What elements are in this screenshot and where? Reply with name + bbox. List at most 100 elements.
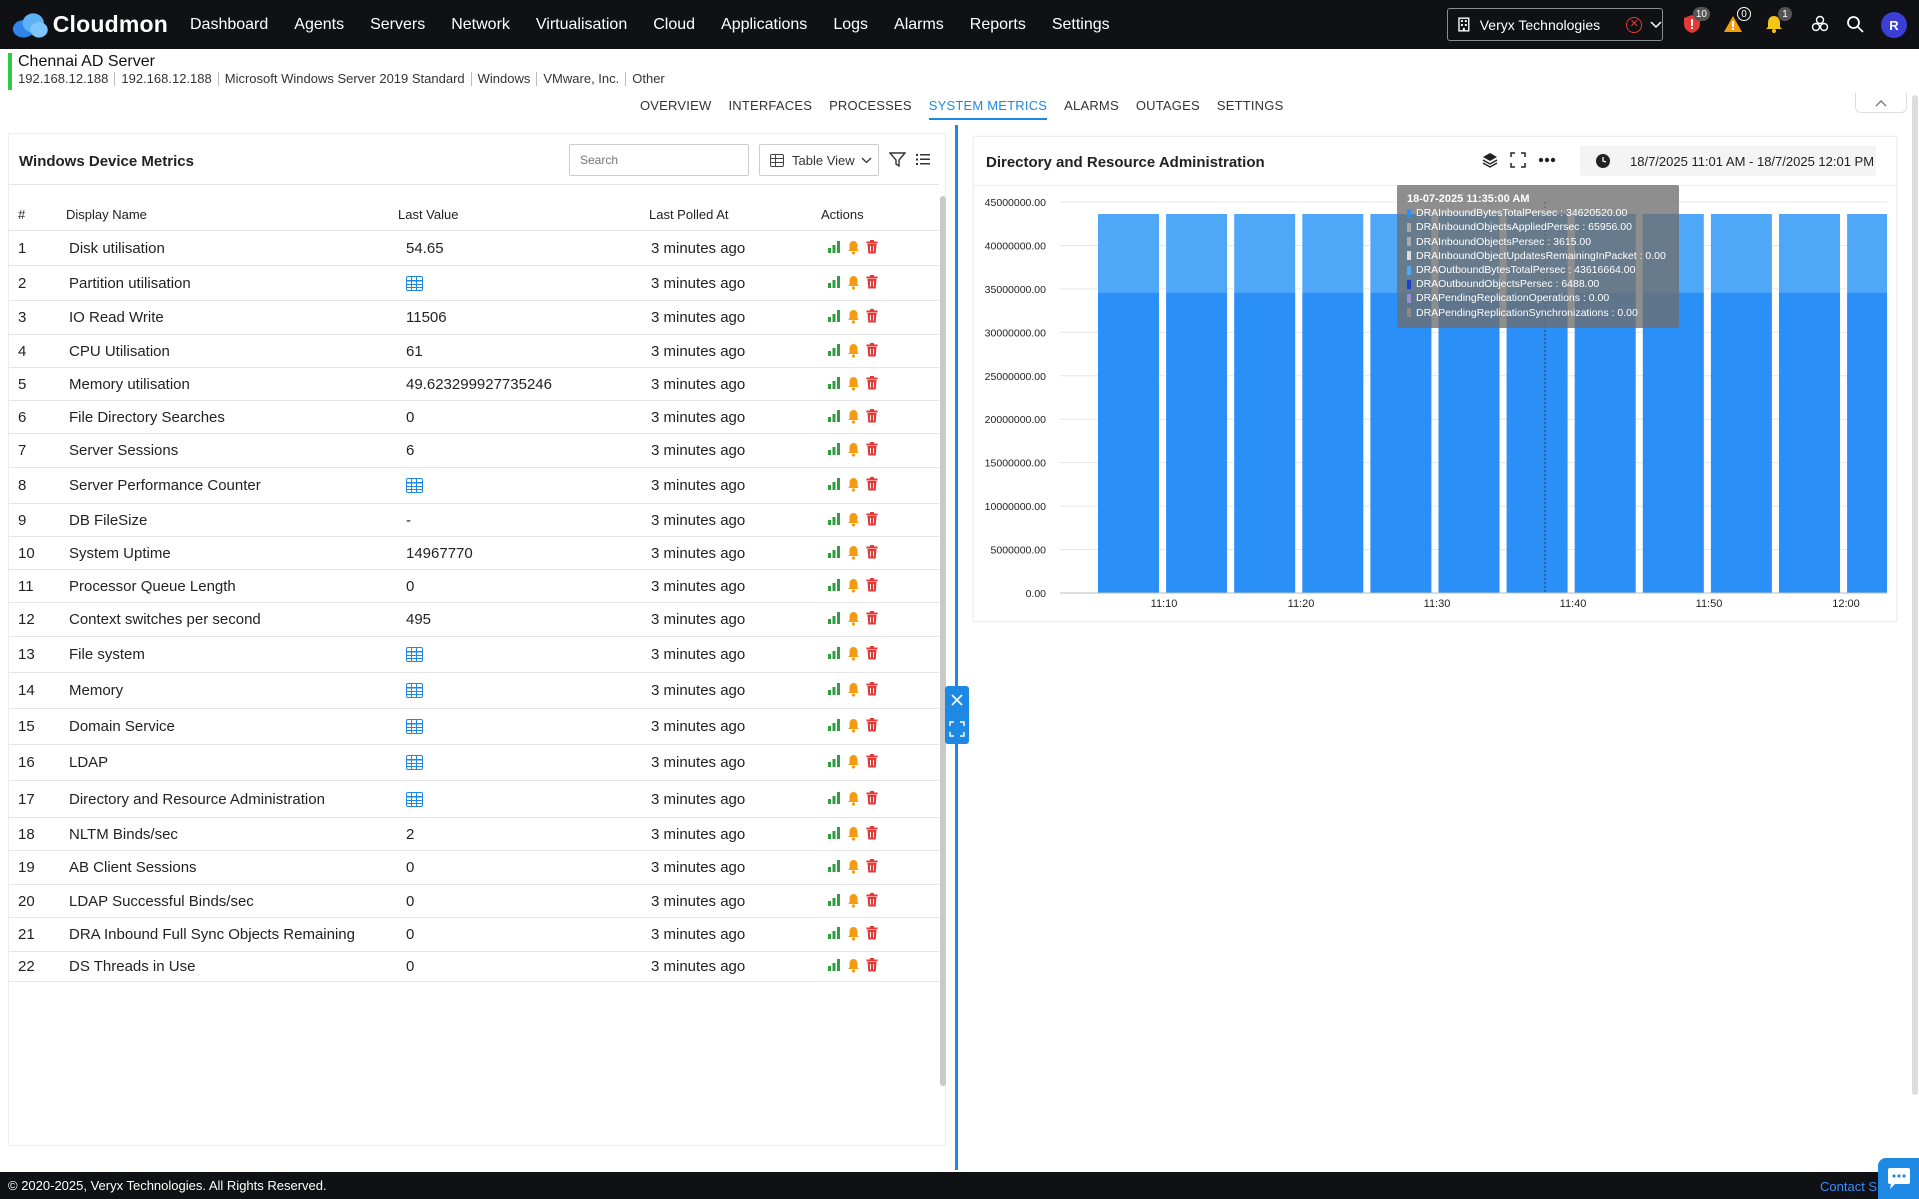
table-row[interactable]: 18 NLTM Binds/sec 2 3 minutes ago: [9, 818, 939, 851]
bar-chart-icon[interactable]: [827, 343, 841, 357]
metric-name[interactable]: DB FileSize: [69, 512, 147, 529]
nav-cloud[interactable]: Cloud: [653, 16, 695, 34]
delete-icon[interactable]: [866, 611, 878, 625]
delete-icon[interactable]: [866, 275, 878, 289]
metric-name[interactable]: IO Read Write: [69, 309, 164, 326]
table-row[interactable]: 6 File Directory Searches 0 3 minutes ag…: [9, 401, 939, 434]
bell-icon[interactable]: 1: [1762, 7, 1792, 36]
bell-icon[interactable]: [847, 646, 860, 661]
table-row[interactable]: 4 CPU Utilisation 61 3 minutes ago: [9, 335, 939, 368]
nav-reports[interactable]: Reports: [970, 16, 1026, 34]
page-scrollbar[interactable]: [1912, 95, 1918, 1095]
bar-chart-icon[interactable]: [827, 442, 841, 456]
table-row[interactable]: 8 Server Performance Counter 3 minutes a…: [9, 468, 939, 504]
bar-chart-icon[interactable]: [827, 754, 841, 768]
metric-name[interactable]: AB Client Sessions: [69, 859, 197, 876]
chevron-down-icon[interactable]: [1650, 18, 1662, 32]
bell-icon[interactable]: [847, 442, 860, 457]
delete-icon[interactable]: [866, 442, 878, 456]
more-options-icon[interactable]: [1538, 157, 1556, 163]
bell-icon[interactable]: [847, 409, 860, 424]
bell-icon[interactable]: [847, 309, 860, 324]
bell-icon[interactable]: [847, 826, 860, 841]
bar-chart-icon[interactable]: [827, 477, 841, 491]
bar-chart-icon[interactable]: [827, 409, 841, 423]
bar-chart-icon[interactable]: [827, 578, 841, 592]
bar-chart-icon[interactable]: [827, 926, 841, 940]
metric-name[interactable]: System Uptime: [69, 545, 171, 562]
metric-name[interactable]: DRA Inbound Full Sync Objects Remaining: [69, 926, 355, 943]
delete-icon[interactable]: [866, 718, 878, 732]
tab-alarms[interactable]: ALARMS: [1064, 98, 1119, 120]
bar-chart-icon[interactable]: [827, 545, 841, 559]
table-row[interactable]: 21 DRA Inbound Full Sync Objects Remaini…: [9, 918, 939, 952]
bell-icon[interactable]: [847, 859, 860, 874]
bar-chart-icon[interactable]: [827, 275, 841, 289]
bell-icon[interactable]: [847, 958, 860, 973]
delete-icon[interactable]: [866, 859, 878, 873]
apps-icon[interactable]: [1808, 12, 1832, 36]
table-row[interactable]: 19 AB Client Sessions 0 3 minutes ago: [9, 851, 939, 885]
table-icon[interactable]: [406, 647, 423, 666]
table-row[interactable]: 9 DB FileSize - 3 minutes ago: [9, 504, 939, 537]
organization-select[interactable]: Veryx Technologies ✕: [1447, 8, 1663, 41]
delete-icon[interactable]: [866, 240, 878, 254]
tab-interfaces[interactable]: INTERFACES: [728, 98, 812, 120]
bar-chart-icon[interactable]: [827, 859, 841, 873]
delete-icon[interactable]: [866, 409, 878, 423]
table-icon[interactable]: [406, 276, 423, 295]
column-list-icon[interactable]: [915, 151, 931, 167]
logo[interactable]: Cloudmon: [10, 11, 168, 39]
bar-chart-icon[interactable]: [827, 682, 841, 696]
nav-network[interactable]: Network: [451, 16, 510, 34]
user-avatar[interactable]: R: [1881, 12, 1907, 38]
chat-button[interactable]: [1878, 1158, 1919, 1199]
bell-icon[interactable]: [847, 791, 860, 806]
bell-icon[interactable]: [847, 893, 860, 908]
bell-icon[interactable]: [847, 682, 860, 697]
collapse-header-button[interactable]: [1855, 93, 1907, 113]
metric-name[interactable]: Server Performance Counter: [69, 477, 261, 494]
search-icon[interactable]: [1843, 12, 1867, 36]
bell-icon[interactable]: [847, 926, 860, 941]
table-row[interactable]: 12 Context switches per second 495 3 min…: [9, 603, 939, 637]
table-row[interactable]: 2 Partition utilisation 3 minutes ago: [9, 266, 939, 301]
table-row[interactable]: 14 Memory 3 minutes ago: [9, 673, 939, 709]
tab-system-metrics[interactable]: SYSTEM METRICS: [928, 98, 1048, 120]
bar-chart-icon[interactable]: [827, 826, 841, 840]
col-display-name[interactable]: Display Name: [66, 207, 147, 222]
metric-name[interactable]: Partition utilisation: [69, 275, 191, 292]
nav-dashboard[interactable]: Dashboard: [190, 16, 268, 34]
bell-icon[interactable]: [847, 545, 860, 560]
bell-icon[interactable]: [847, 376, 860, 391]
bell-icon[interactable]: [847, 754, 860, 769]
table-icon[interactable]: [406, 683, 423, 702]
nav-applications[interactable]: Applications: [721, 16, 807, 34]
delete-icon[interactable]: [866, 512, 878, 526]
time-range-picker[interactable]: 18/7/2025 11:01 AM - 18/7/2025 12:01 PM: [1580, 146, 1876, 176]
table-icon[interactable]: [406, 755, 423, 774]
bar-chart-icon[interactable]: [827, 376, 841, 390]
bar-chart-icon[interactable]: [827, 893, 841, 907]
table-icon[interactable]: [406, 719, 423, 738]
table-row[interactable]: 7 Server Sessions 6 3 minutes ago: [9, 434, 939, 468]
delete-icon[interactable]: [866, 646, 878, 660]
contact-support-link[interactable]: Contact Su: [1820, 1179, 1884, 1194]
delete-icon[interactable]: [866, 926, 878, 940]
search-input[interactable]: [569, 144, 749, 176]
layers-icon[interactable]: [1482, 152, 1498, 168]
metric-name[interactable]: File Directory Searches: [69, 409, 225, 426]
expand-icon[interactable]: [949, 721, 965, 737]
bell-icon[interactable]: [847, 343, 860, 358]
metric-name[interactable]: Memory: [69, 682, 123, 699]
delete-icon[interactable]: [866, 578, 878, 592]
metric-name[interactable]: Domain Service: [69, 718, 175, 735]
delete-icon[interactable]: [866, 826, 878, 840]
metric-name[interactable]: CPU Utilisation: [69, 343, 170, 360]
nav-logs[interactable]: Logs: [833, 16, 868, 34]
table-row[interactable]: 22 DS Threads in Use 0 3 minutes ago: [9, 952, 939, 982]
bar-chart-icon[interactable]: [827, 958, 841, 972]
panel-divider[interactable]: [955, 125, 958, 1170]
tab-outages[interactable]: OUTAGES: [1136, 98, 1200, 120]
bell-icon[interactable]: [847, 512, 860, 527]
